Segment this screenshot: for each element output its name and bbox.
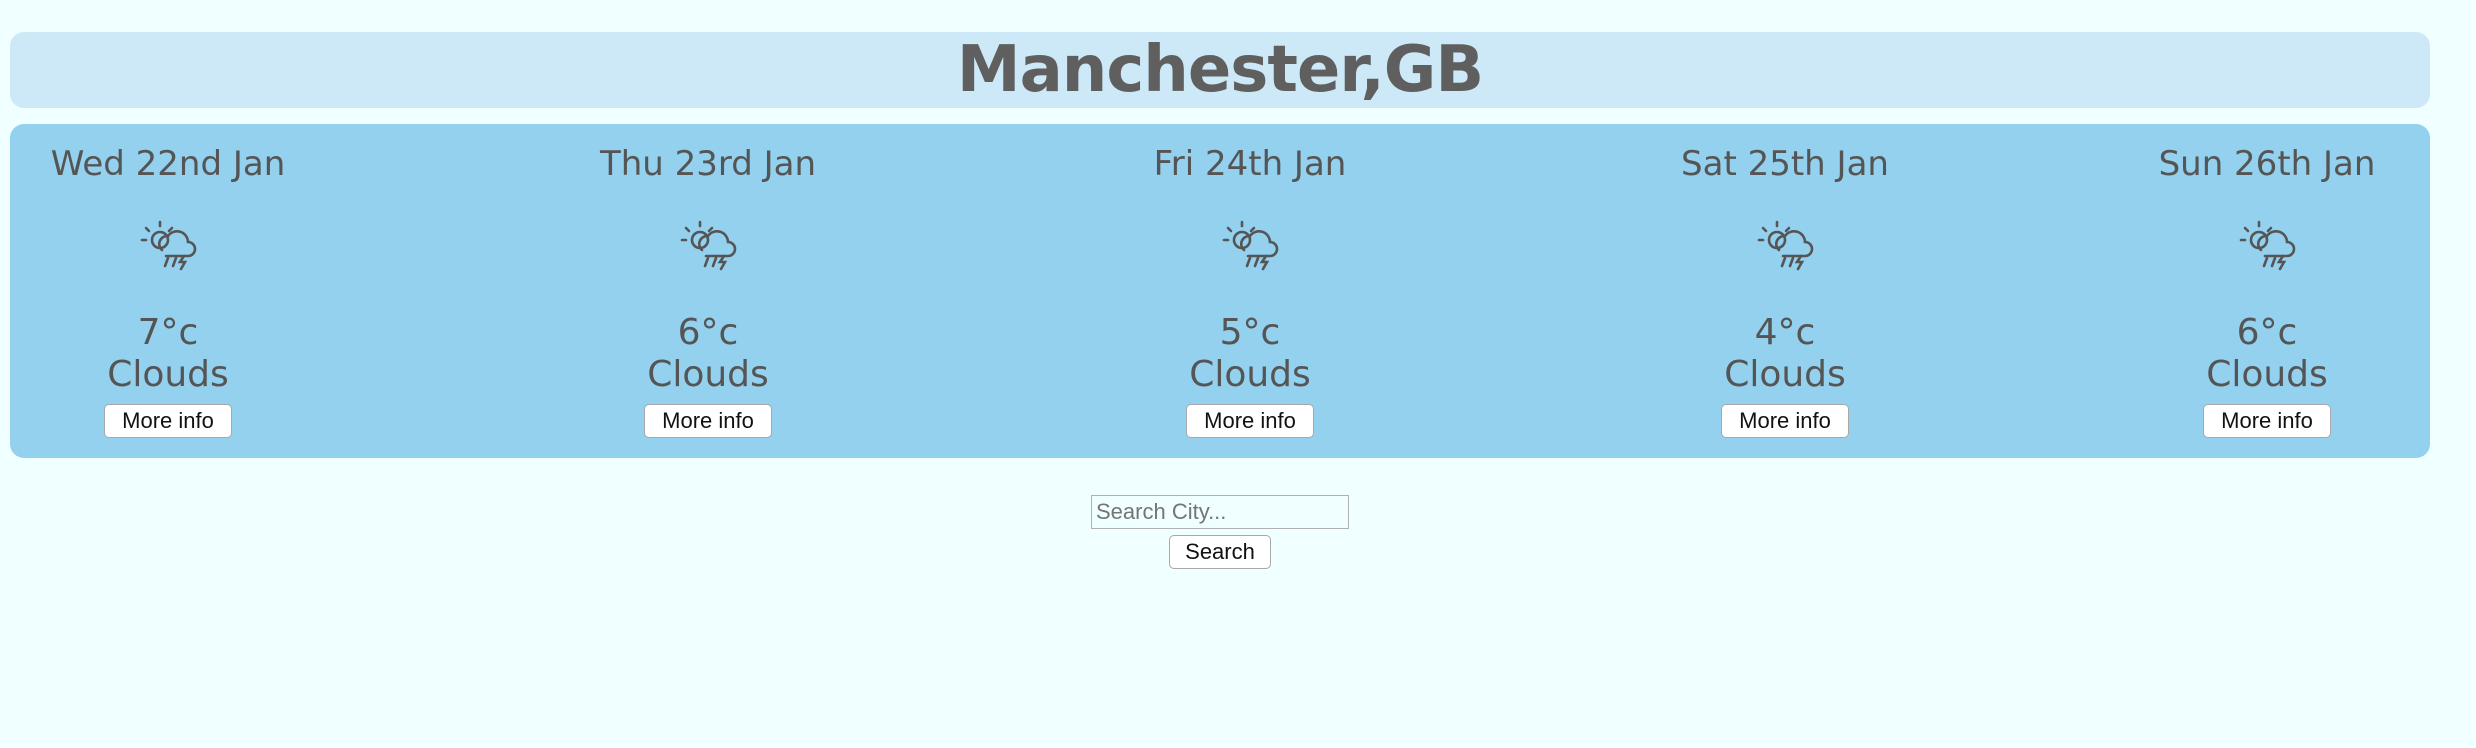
sun-cloud-rain-icon	[140, 220, 197, 271]
forecast-day: Thu 23rd Jan 6°c Clouds More info	[548, 124, 868, 458]
weather-description: Clouds	[2206, 354, 2328, 395]
sun-cloud-rain-icon	[680, 220, 737, 271]
forecast-day: Sun 26th Jan 6°c Clouds More info	[2107, 124, 2427, 458]
day-label: Sat 25th Jan	[1681, 144, 1889, 184]
search-city-input[interactable]	[1091, 495, 1349, 529]
day-label: Fri 24th Jan	[1153, 144, 1347, 184]
temperature: 6°c	[2236, 312, 2298, 353]
forecast-day: Wed 22nd Jan 7°c Clouds More info	[8, 124, 328, 458]
weather-description: Clouds	[1189, 354, 1311, 395]
city-header: Manchester,GB	[10, 32, 2430, 108]
temperature: 7°c	[137, 312, 199, 353]
weather-description: Clouds	[107, 354, 229, 395]
forecast-panel: Wed 22nd Jan 7°c Clouds More info Thu 23…	[10, 124, 2430, 458]
search-button[interactable]: Search	[1169, 535, 1271, 569]
day-label: Wed 22nd Jan	[50, 144, 286, 184]
forecast-day: Sat 25th Jan 4°c Clouds More info	[1625, 124, 1945, 458]
more-info-button[interactable]: More info	[1186, 404, 1314, 438]
weather-description: Clouds	[1724, 354, 1846, 395]
more-info-button[interactable]: More info	[1721, 404, 1849, 438]
temperature: 5°c	[1219, 312, 1281, 353]
day-label: Thu 23rd Jan	[599, 144, 817, 184]
sun-cloud-rain-icon	[1222, 220, 1279, 271]
weather-description: Clouds	[647, 354, 769, 395]
sun-cloud-rain-icon	[2239, 220, 2296, 271]
more-info-button[interactable]: More info	[644, 404, 772, 438]
temperature: 6°c	[677, 312, 739, 353]
more-info-button[interactable]: More info	[2203, 404, 2331, 438]
more-info-button[interactable]: More info	[104, 404, 232, 438]
forecast-day: Fri 24th Jan 5°c Clouds More info	[1090, 124, 1410, 458]
city-title: Manchester,GB	[956, 33, 1484, 107]
temperature: 4°c	[1754, 312, 1816, 353]
day-label: Sun 26th Jan	[2158, 144, 2376, 184]
sun-cloud-rain-icon	[1757, 220, 1814, 271]
